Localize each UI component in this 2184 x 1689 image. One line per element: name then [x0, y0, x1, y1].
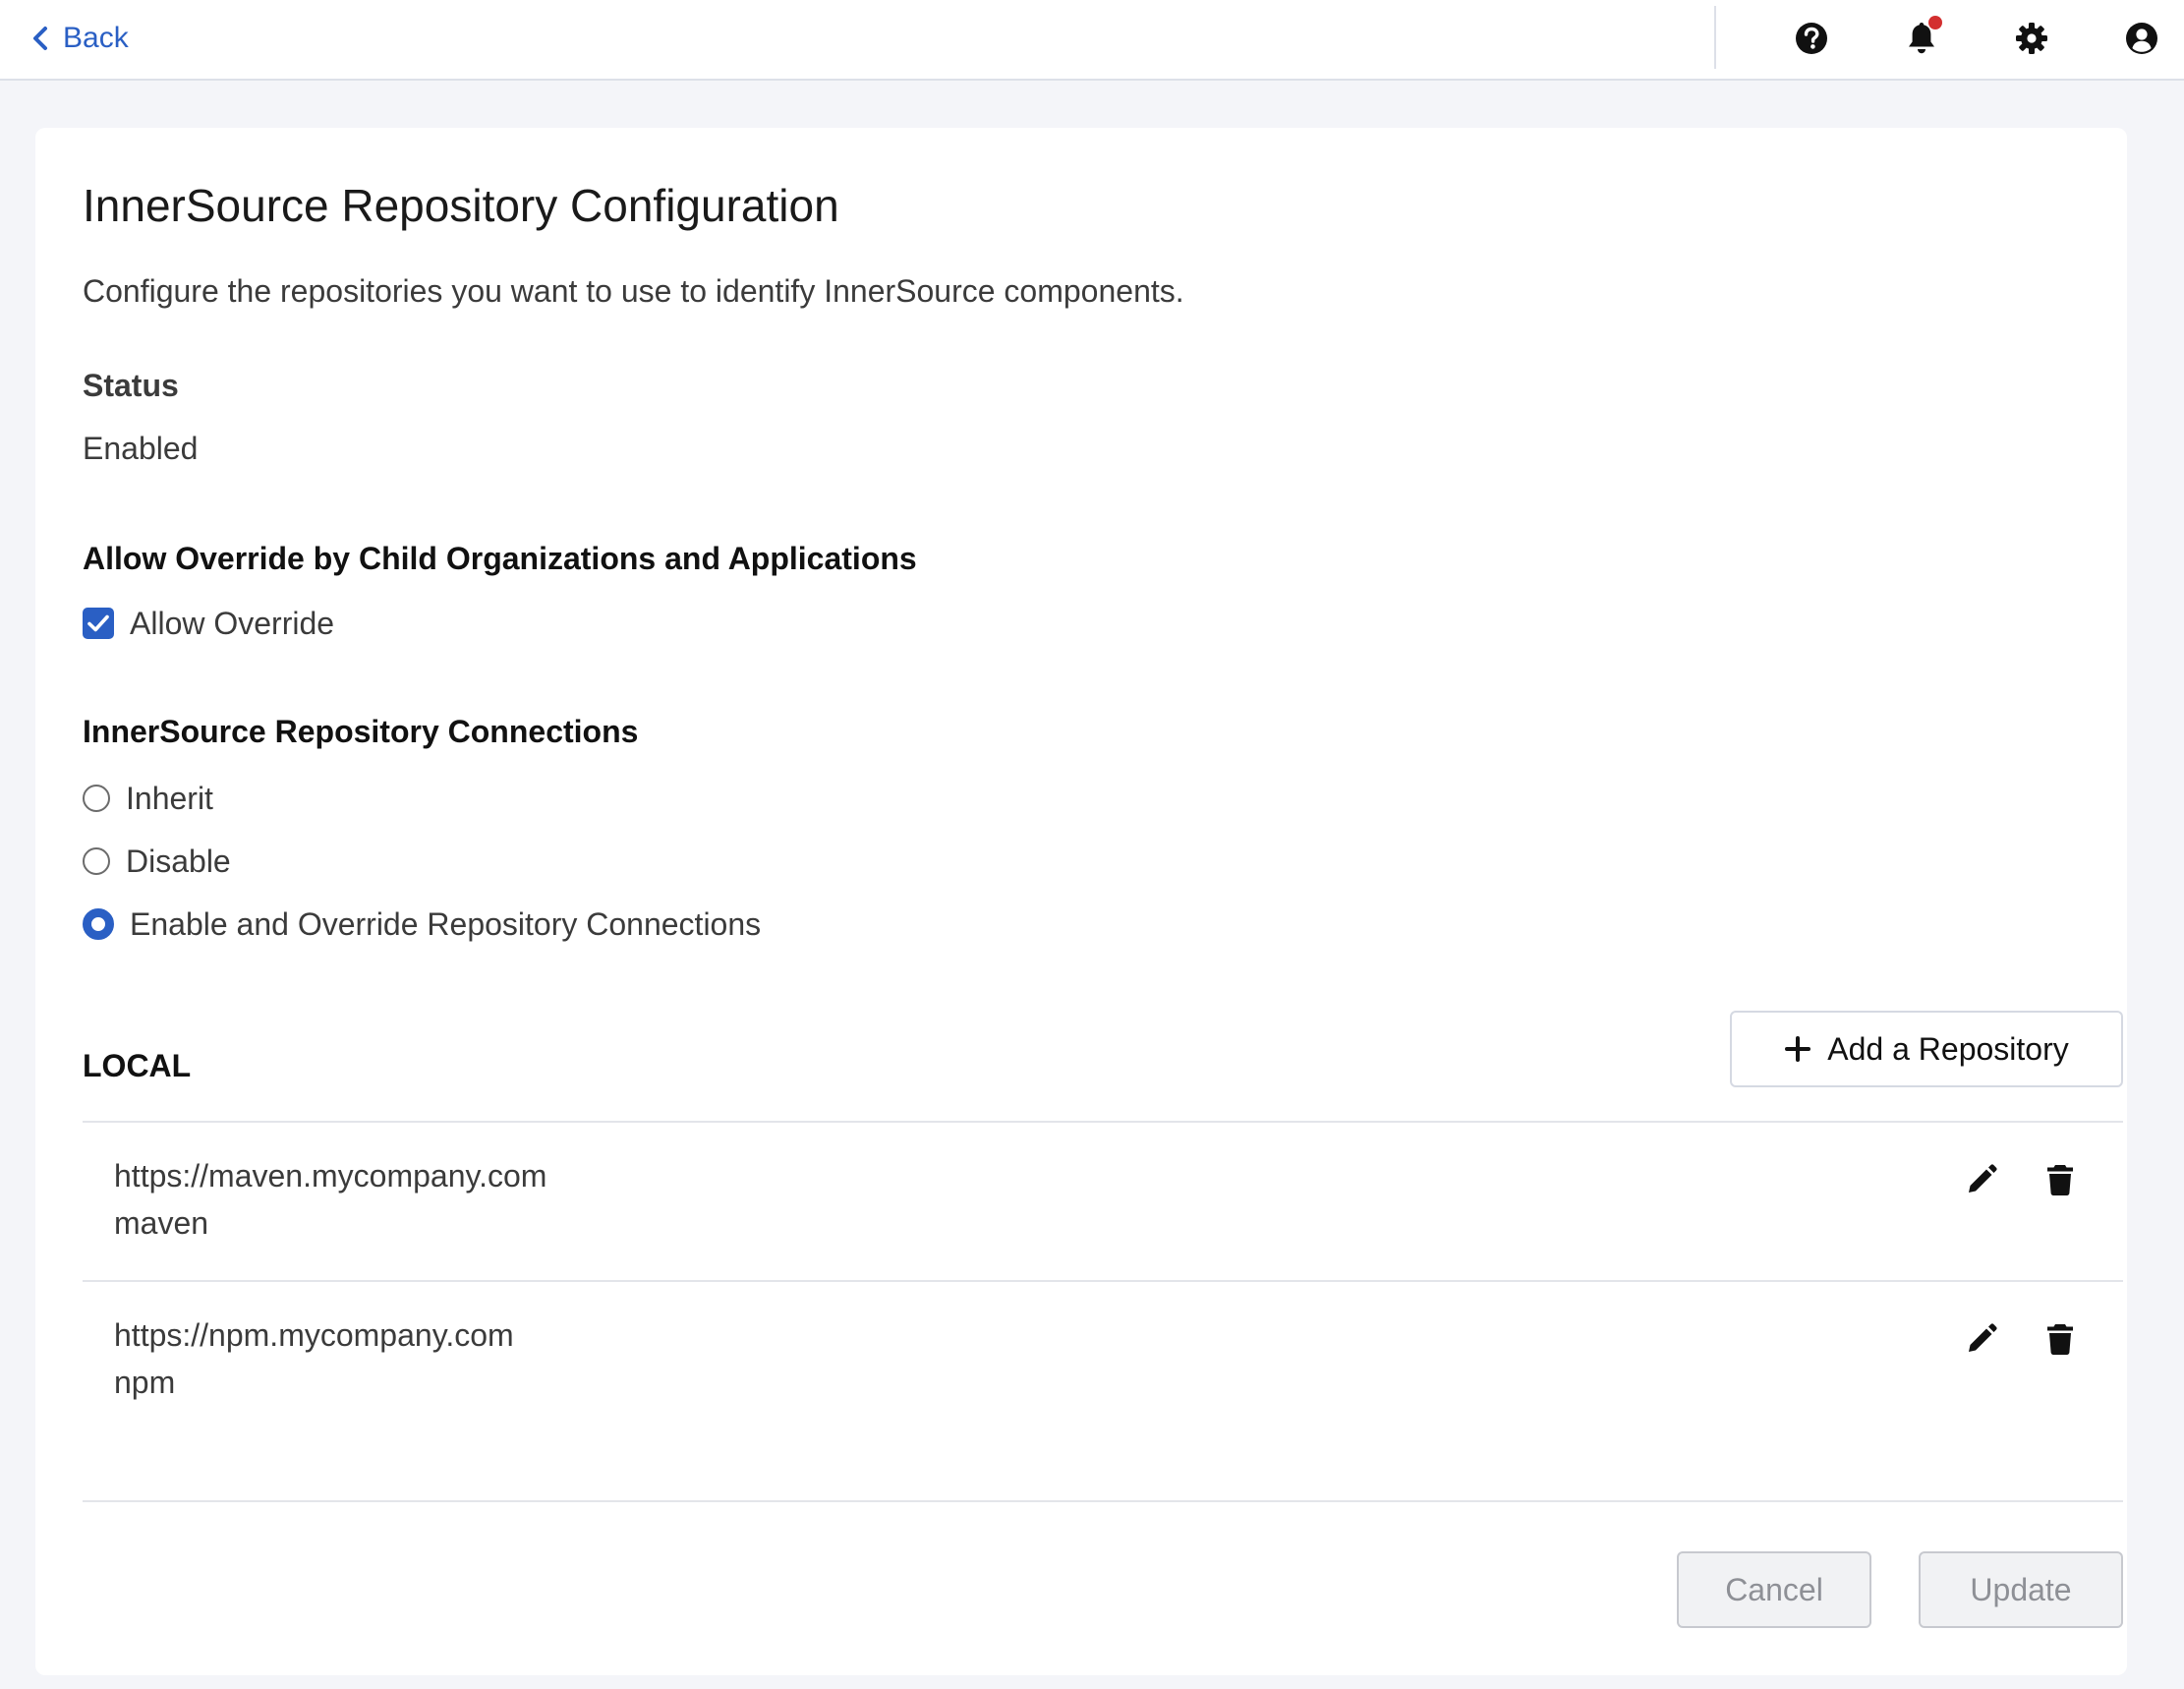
- override-heading: Allow Override by Child Organizations an…: [83, 541, 917, 576]
- top-bar: Back: [0, 0, 2184, 81]
- top-bar-divider: [1714, 6, 1716, 69]
- page-title: InnerSource Repository Configuration: [83, 180, 839, 231]
- trash-icon[interactable]: [2040, 1160, 2080, 1199]
- back-link[interactable]: Back: [31, 18, 129, 59]
- gear-icon[interactable]: [2011, 18, 2052, 59]
- chevron-left-icon: [31, 26, 49, 51]
- repository-row: https://maven.mycompany.com maven: [83, 1123, 2123, 1282]
- repository-url: https://maven.mycompany.com: [114, 1158, 547, 1194]
- status-label: Status: [83, 368, 179, 403]
- repository-row: https://npm.mycompany.com npm: [83, 1282, 2123, 1441]
- connections-heading: InnerSource Repository Connections: [83, 714, 639, 749]
- add-repository-button[interactable]: Add a Repository: [1730, 1011, 2123, 1087]
- notification-dot: [1928, 16, 1942, 29]
- help-icon[interactable]: [1791, 18, 1832, 59]
- page-description: Configure the repositories you want to u…: [83, 273, 1184, 309]
- radio-enable-override-label: Enable and Override Repository Connectio…: [130, 905, 762, 942]
- radio-checked-icon[interactable]: [83, 908, 114, 940]
- repository-format: npm: [114, 1365, 176, 1400]
- allow-override-label: Allow Override: [130, 605, 335, 641]
- plus-icon: [1784, 1035, 1811, 1063]
- back-label: Back: [63, 22, 129, 54]
- configuration-card: InnerSource Repository Configuration Con…: [35, 128, 2127, 1675]
- pencil-icon[interactable]: [1962, 1160, 2001, 1199]
- repository-url: https://npm.mycompany.com: [114, 1317, 514, 1353]
- radio-enable-override[interactable]: Enable and Override Repository Connectio…: [83, 904, 761, 944]
- update-button[interactable]: Update: [1919, 1551, 2123, 1628]
- radio-disable-label: Disable: [126, 843, 231, 879]
- radio-inherit[interactable]: Inherit: [83, 779, 213, 818]
- repository-format: maven: [114, 1205, 209, 1241]
- radio-unchecked-icon[interactable]: [83, 847, 110, 875]
- allow-override-checkbox[interactable]: Allow Override: [83, 604, 334, 643]
- radio-disable[interactable]: Disable: [83, 842, 231, 881]
- status-value: Enabled: [83, 431, 199, 466]
- radio-unchecked-icon[interactable]: [83, 785, 110, 812]
- radio-inherit-label: Inherit: [126, 780, 213, 816]
- trash-icon[interactable]: [2040, 1319, 2080, 1359]
- pencil-icon[interactable]: [1962, 1319, 2001, 1359]
- checkbox-checked-icon[interactable]: [83, 608, 114, 639]
- local-heading: LOCAL: [83, 1048, 192, 1083]
- bell-icon[interactable]: [1901, 16, 1942, 59]
- cancel-button[interactable]: Cancel: [1677, 1551, 1871, 1628]
- add-repository-label: Add a Repository: [1827, 1030, 2069, 1067]
- divider: [83, 1500, 2123, 1502]
- user-icon[interactable]: [2121, 18, 2162, 59]
